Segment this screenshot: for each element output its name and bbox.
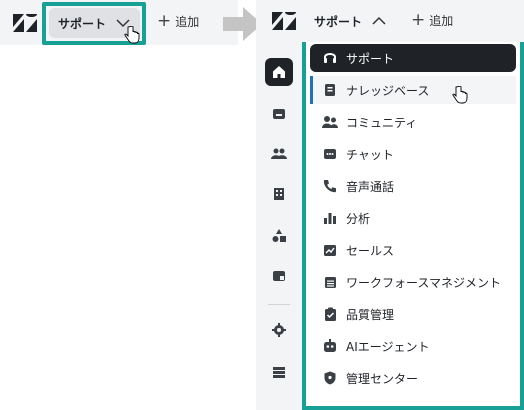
menu-item-admin-center[interactable]: 管理センター xyxy=(310,364,516,392)
menu-item-label: チャット xyxy=(346,147,394,162)
shield-icon xyxy=(322,370,338,386)
robot-icon xyxy=(322,338,338,354)
clipboard-check-icon xyxy=(322,306,338,322)
zendesk-logo-icon[interactable] xyxy=(270,8,298,34)
rail-divider xyxy=(268,304,290,305)
inbox-icon[interactable] xyxy=(265,100,293,128)
plus-icon: + xyxy=(157,11,172,31)
menu-item-quality-assurance[interactable]: 品質管理 xyxy=(310,300,516,328)
phone-icon xyxy=(322,178,338,194)
menu-item-label: ワークフォースマネジメント xyxy=(346,275,502,290)
menu-item-community[interactable]: コミュニティ xyxy=(310,108,516,136)
zendesk-logo-icon[interactable] xyxy=(10,10,40,36)
menu-item-label: ナレッジベース xyxy=(346,83,430,98)
plus-icon: + xyxy=(411,10,426,30)
add-button[interactable]: + 追加 xyxy=(157,13,199,30)
window-icon[interactable] xyxy=(265,262,293,290)
menu-item-ai-agent[interactable]: AIエージェント xyxy=(310,332,516,360)
menu-item-label: コミュニティ xyxy=(346,115,418,130)
add-label: 追加 xyxy=(175,15,200,29)
menu-item-label: セールス xyxy=(346,243,395,258)
gear-icon[interactable] xyxy=(265,316,293,344)
hand-cursor-icon xyxy=(124,25,140,48)
book-icon xyxy=(322,82,338,98)
side-rail xyxy=(256,42,302,410)
database-icon[interactable] xyxy=(265,358,293,386)
menu-item-voice[interactable]: 音声通話 xyxy=(310,172,516,200)
building-icon[interactable] xyxy=(265,180,293,208)
people-icon xyxy=(322,114,338,130)
menu-item-sales[interactable]: セールス xyxy=(310,236,516,264)
bar-chart-icon xyxy=(322,210,338,226)
trend-icon xyxy=(322,242,338,258)
menu-item-label: 品質管理 xyxy=(346,307,395,322)
shapes-icon[interactable] xyxy=(265,222,293,250)
menu-item-workforce-management[interactable]: ワークフォースマネジメント xyxy=(310,268,516,296)
chat-icon xyxy=(322,146,338,162)
product-menu: サポート ナレッジベース コミュニティ チャット 音声通話 分析 セールス ワー… xyxy=(306,42,520,406)
add-label: 追加 xyxy=(429,14,454,28)
product-switcher-label: サポート xyxy=(58,16,107,31)
add-button[interactable]: + 追加 xyxy=(411,12,453,29)
menu-item-label: AIエージェント xyxy=(346,339,430,354)
menu-item-support[interactable]: サポート xyxy=(310,44,516,72)
menu-item-analytics[interactable]: 分析 xyxy=(310,204,516,232)
menu-item-chat[interactable]: チャット xyxy=(310,140,516,168)
home-icon[interactable] xyxy=(265,58,293,86)
menu-item-knowledge-base[interactable]: ナレッジベース xyxy=(310,76,516,104)
menu-item-label: 音声通話 xyxy=(346,179,395,194)
chevron-up-icon xyxy=(372,15,386,29)
product-switcher-button[interactable]: サポート xyxy=(306,9,396,33)
product-switcher-label: サポート xyxy=(314,14,363,29)
headset-icon xyxy=(322,50,338,66)
menu-item-label: サポート xyxy=(346,51,395,66)
calendar-icon xyxy=(322,274,338,290)
hand-cursor-icon xyxy=(452,85,468,108)
menu-item-label: 分析 xyxy=(346,211,371,226)
users-icon[interactable] xyxy=(265,140,293,168)
menu-item-label: 管理センター xyxy=(346,371,419,386)
